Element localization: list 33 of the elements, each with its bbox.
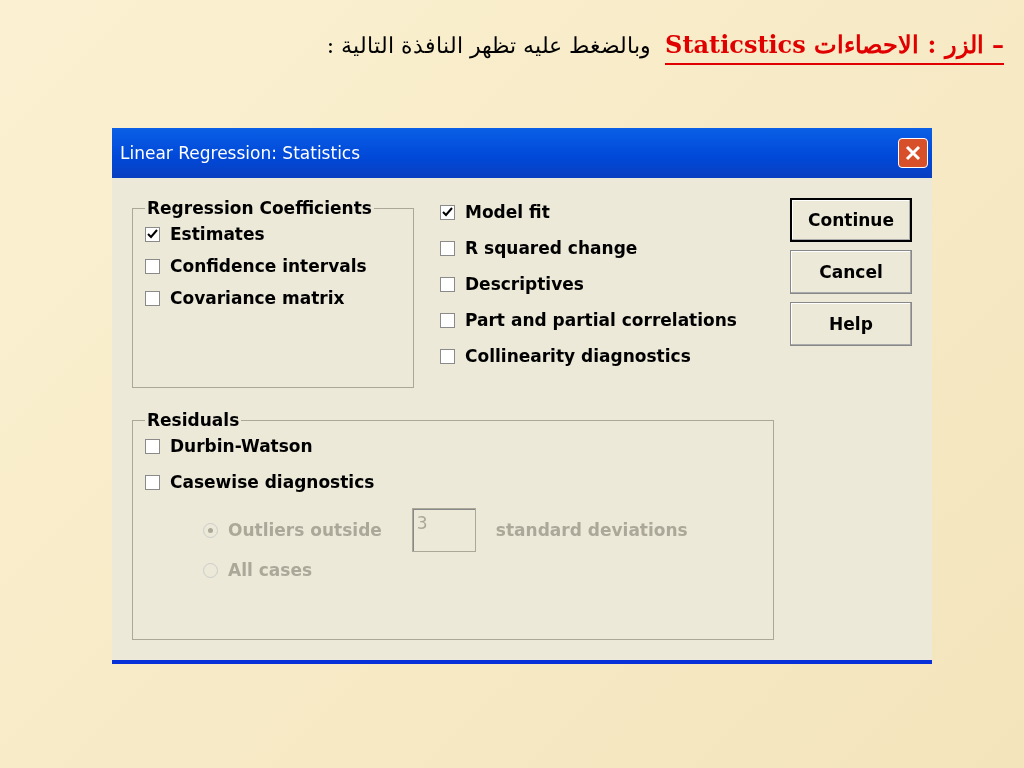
option-label: R squared change (465, 238, 638, 258)
dialog-button[interactable]: Continue (790, 198, 912, 242)
window-title: Linear Regression: Statistics (120, 143, 361, 163)
group-title: Regression Coefficients (146, 198, 373, 218)
checkbox[interactable] (145, 226, 160, 242)
dialog-button[interactable]: Help (790, 302, 912, 346)
option-label: Durbin-Watson (170, 436, 313, 456)
checkbox[interactable] (440, 348, 455, 364)
group-title: Residuals (146, 410, 241, 430)
option-label: Covariance matrix (170, 288, 345, 308)
dialog-button[interactable]: Cancel (790, 250, 912, 294)
option-label: Estimates (170, 224, 265, 244)
checkbox[interactable] (145, 474, 160, 490)
option-label: Collinearity diagnostics (465, 346, 691, 366)
radio-label: Outliers outside (228, 520, 382, 540)
option-label: Confidence intervals (170, 256, 367, 276)
option-label: Casewise diagnostics (170, 472, 375, 492)
option-label: Part and partial correlations (465, 310, 737, 330)
option-label: Descriptives (465, 274, 584, 294)
radio-label: All cases (228, 560, 313, 580)
checkbox[interactable] (440, 312, 455, 328)
option-label: Model fit (465, 202, 550, 222)
checkbox[interactable] (145, 290, 160, 306)
close-icon (905, 145, 921, 161)
close-button[interactable] (898, 138, 928, 168)
unit-label: standard deviations (495, 520, 688, 540)
heading-text: وبالضغط عليه تظهر النافذة التالية : (326, 33, 652, 58)
checkbox[interactable] (145, 438, 160, 454)
heading-highlight: – الزر : الاحصاءات Staticstics (665, 30, 1004, 65)
checkbox[interactable] (440, 204, 455, 220)
checkbox[interactable] (440, 240, 455, 256)
checkbox[interactable] (440, 276, 455, 292)
checkbox[interactable] (145, 258, 160, 274)
